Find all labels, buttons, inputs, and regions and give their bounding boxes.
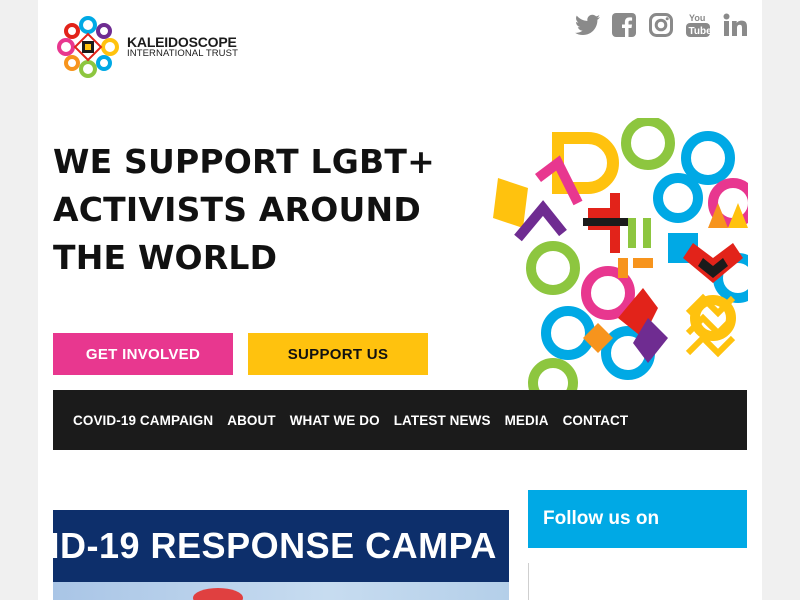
twitter-icon[interactable] (574, 10, 600, 40)
org-name: KALEIDOSCOPE (127, 33, 237, 50)
nav-item-about[interactable]: ABOUT (227, 413, 276, 428)
svg-text:You: You (689, 13, 705, 23)
page: KALEIDOSCOPE INTERNATIONAL TRUST You Tube… (38, 0, 762, 600)
hero-headline: WE SUPPORT LGBT+ ACTIVISTS AROUND THE WO… (53, 138, 473, 282)
banner-image (53, 582, 509, 600)
follow-us-widget (528, 563, 747, 600)
banner-text: VID-19 RESPONSE CAMPA (53, 525, 497, 566)
covid-campaign-banner[interactable]: VID-19 RESPONSE CAMPA (53, 510, 509, 600)
instagram-icon[interactable] (648, 10, 674, 40)
banner-header: VID-19 RESPONSE CAMPA (53, 510, 509, 582)
support-us-button[interactable]: SUPPORT US (248, 333, 428, 375)
banner-image-shape (193, 588, 243, 600)
facebook-icon[interactable] (611, 10, 637, 40)
hero-line-1: WE SUPPORT LGBT+ (53, 142, 435, 181)
youtube-icon[interactable]: You Tube (685, 10, 711, 40)
kaleidoscope-logo-icon (57, 16, 119, 78)
nav-item-contact[interactable]: CONTACT (563, 413, 629, 428)
org-subtitle: INTERNATIONAL TRUST (127, 48, 238, 60)
kaleidoscope-pattern-art (493, 118, 748, 390)
logo[interactable]: KALEIDOSCOPE INTERNATIONAL TRUST (53, 12, 253, 82)
follow-us-title: Follow us on (543, 508, 660, 529)
nav-item-covid-19-campaign[interactable]: COVID-19 CAMPAIGN (73, 413, 213, 428)
social-links: You Tube (574, 10, 748, 40)
follow-us-header: Follow us on (528, 490, 747, 548)
svg-text:Tube: Tube (689, 26, 711, 37)
linkedin-icon[interactable] (722, 10, 748, 40)
get-involved-button[interactable]: GET INVOLVED (53, 333, 233, 375)
nav-item-what-we-do[interactable]: WHAT WE DO (290, 413, 380, 428)
nav-item-latest-news[interactable]: LATEST NEWS (394, 413, 491, 428)
nav-item-media[interactable]: MEDIA (505, 413, 549, 428)
hero-line-2: ACTIVISTS AROUND (53, 190, 421, 229)
hero-line-3: THE WORLD (53, 238, 278, 277)
main-nav: COVID-19 CAMPAIGN ABOUT WHAT WE DO LATES… (53, 390, 747, 450)
